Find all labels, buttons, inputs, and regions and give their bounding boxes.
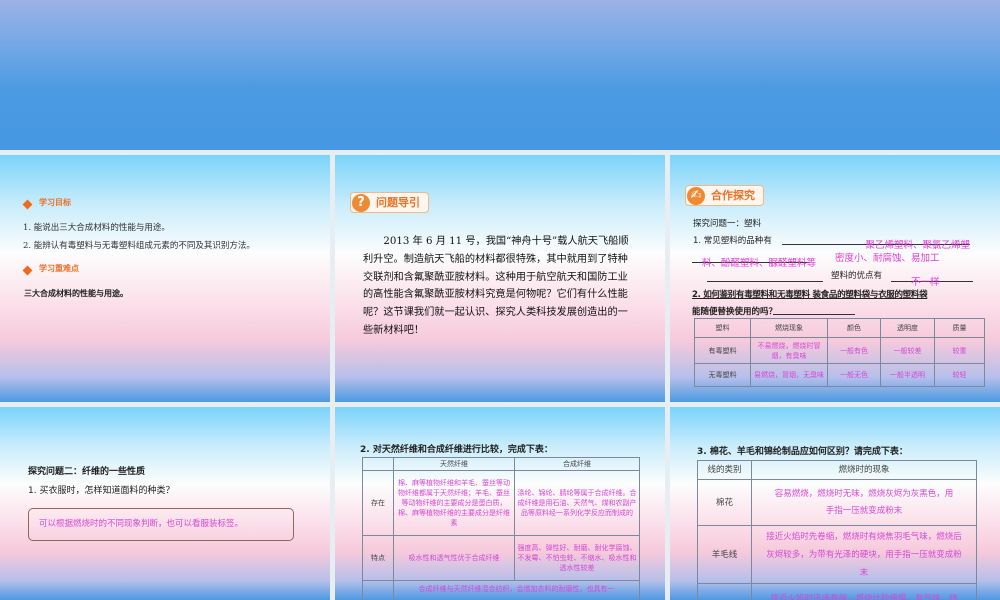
table-cell: 较重 <box>934 337 985 364</box>
goal-item: 2. 能辨认有毒塑料与无毒塑料组成元素的不同及其识别方法。 <box>23 241 255 251</box>
table-cell: 强度高、弹性好、耐磨、耐化学腐蚀、不发霉、不怕虫蛀、不缩水、吸水性和透水性较差 <box>514 535 640 581</box>
fill-text: 不一样 <box>911 277 940 288</box>
q1-blank: 聚乙烯塑料、聚氯乙烯塑 <box>782 233 970 251</box>
thread-table: 线的类别 燃烧时的现象 棉花 容易燃烧，燃烧时无味，燃烧灰烬为灰黑色，用手指一压就变… <box>697 460 977 600</box>
q1-prefix: 1. 常见塑料的品种有 <box>693 236 772 246</box>
answer-box: 可以根据燃烧时的不同现象判断，也可以看服装标签。 <box>28 508 294 541</box>
table-row: 棉花 容易燃烧，燃烧时无味，燃烧灰烬为灰黑色，用手指一压就变成粉末 <box>697 479 977 526</box>
q2-blank <box>773 304 855 315</box>
q2-line2: 能随便替换使用的吗？ <box>692 307 778 317</box>
advantage-label: 塑料的优点有 <box>831 271 883 281</box>
goal-item: 1. 能说出三大合成材料的性能与用途。 <box>23 223 170 233</box>
question: 1. 买衣服时，怎样知道面料的种类？ <box>28 486 175 496</box>
table-header: 燃烧现象 <box>750 318 828 338</box>
table-cell: 无毒塑料 <box>694 363 751 387</box>
table-header: 质量 <box>934 318 985 338</box>
slide-fiber-compare[interactable]: 2. 对天然纤维和合成纤维进行比较，完成下表： 天然纤维 合成纤维 存在 棉、麻等植… <box>335 407 665 600</box>
slide-learning-goals[interactable]: 学习目标 1. 能说出三大合成材料的性能与用途。 2. 能辨认有毒塑料与无毒塑料… <box>0 155 330 402</box>
badge-label: 问题导引 <box>376 196 420 209</box>
question-guide-badge: ? 问题导引 <box>350 192 429 213</box>
slide-title: 3. 棉花、羊毛和锦纶制品应如何区别？请完成下表： <box>697 447 908 457</box>
intro-paragraph: 2013 年 6 月 11 号，我国“神舟十号”载人航天飞船顺利升空。制造航天飞… <box>363 236 629 336</box>
table-row: 羊毛线 接近火焰时先卷缩，燃烧时有烧焦羽毛气味，燃烧后灰烬较多，为带有光泽的硬块，… <box>697 525 977 584</box>
fiber-table: 天然纤维 合成纤维 存在 棉、麻等植物纤维和羊毛、蚕丝等动物纤维都属于天然纤维；羊毛… <box>362 457 640 600</box>
q1-answer: 料、酚醛塑料、脲醛塑料等 <box>702 258 817 269</box>
slide-fibers[interactable]: 探究问题二：纤维的一些性质 1. 买衣服时，怎样知道面料的种类？ 可以根据燃烧时… <box>0 407 330 600</box>
table-cell: 棉花 <box>697 479 752 526</box>
key-heading: 学习重难点 <box>39 264 79 273</box>
table-cell: 一般较差 <box>880 337 935 364</box>
table-header: 合成纤维 <box>514 457 640 471</box>
table-cell: 接近火焰时迅速卷缩，燃烧比较缓慢，有气味，烧 <box>751 583 977 600</box>
advantage-answer: 密度小、耐腐蚀、易加工 <box>835 253 940 264</box>
table-cell: 不易燃烧，燃烧时冒烟，有臭味 <box>750 337 828 364</box>
handshake-icon: ✍ <box>687 187 705 205</box>
key-text: 三大合成材料的性能与用途。 <box>24 289 128 298</box>
table-cell: 一般有色 <box>827 337 881 364</box>
table-row: 特点 吸水性和透气性优于合成纤维 强度高、弹性好、耐磨、耐化学腐蚀、不发霉、不怕虫蛀… <box>362 535 640 581</box>
badge-label: 合作探究 <box>711 189 755 202</box>
slide-plastics[interactable]: ✍ 合作探究 探究问题一：塑料 1. 常见塑料的品种有 聚乙烯塑料、聚氯乙烯塑 料… <box>670 155 1000 402</box>
table-cell: 有毒塑料 <box>694 337 751 364</box>
table-cell: 一般半透明 <box>880 363 935 387</box>
top-banner <box>0 0 1000 150</box>
table-cell: 涤纶、锦纶、腈纶等属于合成纤维。合成纤维是用石油、天然气、煤和农副产品等原料经一… <box>514 470 640 536</box>
plastics-table: 塑料 燃烧现象 颜色 透明度 质量 有毒塑料 不易燃烧，燃烧时冒烟，有臭味 一般有色 一般较差… <box>694 318 985 387</box>
table-header <box>362 457 394 471</box>
table-header: 线的类别 <box>697 460 752 480</box>
table-header: 颜色 <box>827 318 881 338</box>
table-cell: 合成纤维与天然纤维混合纺织，会增加衣料的耐磨性，也具有一 <box>393 580 640 600</box>
diamond-icon <box>22 199 33 210</box>
table-cell: 接近火焰时先卷缩，燃烧时有烧焦羽毛气味，燃烧后灰烬较多，为带有光泽的硬块，用手指… <box>751 525 977 584</box>
question-mark-icon: ? <box>352 194 370 212</box>
diamond-icon <box>22 265 33 276</box>
q1-blank-2: 料、酚醛塑料、脲醛塑料等 <box>692 251 816 269</box>
q2-line1: 2. 如何鉴别有毒塑料和无毒塑料 装食品的塑料袋与衣服的塑料袋 <box>692 290 928 300</box>
slide-question-intro[interactable]: ? 问题导引 2013 年 6 月 11 号，我国“神舟十号”载人航天飞船顺利升空… <box>335 155 665 402</box>
table-cell: 吸水性和透气性优于合成纤维 <box>393 535 515 581</box>
table-header: 塑料 <box>694 318 751 338</box>
table-header: 燃烧时的现象 <box>751 460 977 480</box>
topic-title: 探究问题二：纤维的一些性质 <box>28 467 146 477</box>
table-row: 接近火焰时迅速卷缩，燃烧比较缓慢，有气味，烧 <box>697 583 977 600</box>
table-cell: 易燃烧，冒烟，无臭味 <box>750 363 828 387</box>
table-cell: 较轻 <box>934 363 985 387</box>
table-row: 合成纤维与天然纤维混合纺织，会增加衣料的耐磨性，也具有一 <box>362 580 640 600</box>
table-cell: 一般无色 <box>827 363 881 387</box>
slide-thread-identify[interactable]: 3. 棉花、羊毛和锦纶制品应如何区别？请完成下表： 线的类别 燃烧时的现象 棉花容… <box>670 407 1000 600</box>
topic-title: 探究问题一：塑料 <box>693 219 762 229</box>
table-row: 无毒塑料 易燃烧，冒烟，无臭味 一般无色 一般半透明 较轻 <box>694 363 985 387</box>
blank-line <box>707 270 823 282</box>
table-row: 有毒塑料 不易燃烧，燃烧时冒烟，有臭味 一般有色 一般较差 较重 <box>694 337 985 364</box>
table-cell: 容易燃烧，燃烧时无味，燃烧灰烬为灰黑色，用手指一压就变成粉末 <box>751 479 977 526</box>
advantage-blank: 不一样 <box>891 270 973 288</box>
table-cell: 棉、麻等植物纤维和羊毛、蚕丝等动物纤维都属于天然纤维；羊毛、蚕丝等动物纤维的主要… <box>393 470 515 536</box>
table-header: 透明度 <box>880 318 935 338</box>
table-row: 存在 棉、麻等植物纤维和羊毛、蚕丝等动物纤维都属于天然纤维；羊毛、蚕丝等动物纤维的… <box>362 470 640 536</box>
table-header: 天然纤维 <box>393 457 515 471</box>
table-cell: 特点 <box>362 535 394 581</box>
slide-title: 2. 对天然纤维和合成纤维进行比较，完成下表： <box>360 445 553 455</box>
cooperative-inquiry-badge: ✍ 合作探究 <box>685 185 764 206</box>
goal-heading: 学习目标 <box>39 198 71 207</box>
table-cell: 存在 <box>362 470 394 536</box>
table-cell: 羊毛线 <box>697 525 752 584</box>
